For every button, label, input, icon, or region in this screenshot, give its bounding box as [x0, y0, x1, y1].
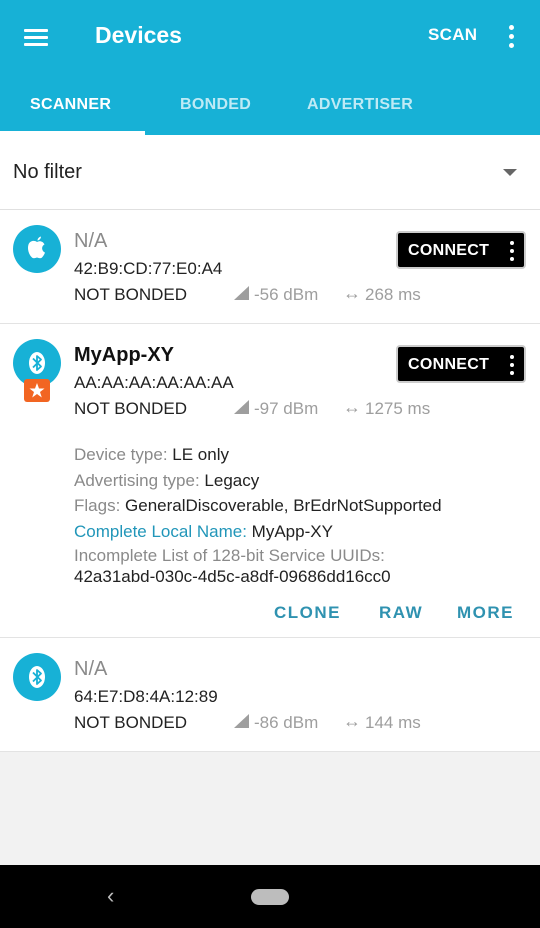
device-name: MyApp-XY [74, 344, 174, 366]
device-name: N/A [74, 230, 108, 252]
interval-arrows-icon: ↔ [343, 711, 361, 731]
advertising-type-label: Advertising type: [74, 470, 200, 490]
bond-state: NOT BONDED [74, 399, 188, 418]
filter-value: No filter [13, 161, 82, 183]
app-bar: Devices SCAN SCANNER BONDED ADVERTISER [0, 0, 540, 135]
device-type-label: Device type: [74, 445, 168, 464]
page-title: Devices [95, 22, 182, 48]
scan-button[interactable]: SCAN [428, 25, 477, 45]
connect-menu-icon[interactable] [506, 354, 518, 376]
bond-state: NOT BONDED [74, 285, 188, 304]
dropdown-arrow-icon [503, 169, 517, 176]
interval-value: 144 ms [365, 713, 421, 732]
bond-state: NOT BONDED [74, 713, 188, 732]
device-card[interactable]: MyApp-XY AA:AA:AA:AA:AA:AA NOT BONDED -9… [0, 324, 540, 638]
device-address: AA:AA:AA:AA:AA:AA [74, 373, 234, 392]
clone-button[interactable]: CLONE [274, 603, 341, 623]
signal-icon [234, 714, 249, 728]
bluetooth-icon [13, 653, 61, 701]
home-pill-icon[interactable] [251, 889, 289, 905]
connect-menu-icon[interactable] [506, 240, 518, 262]
menu-icon[interactable] [22, 26, 50, 48]
more-button[interactable]: MORE [457, 603, 514, 623]
interval-arrows-icon: ↔ [343, 397, 361, 417]
interval-value: 1275 ms [365, 399, 431, 418]
device-address: 42:B9:CD:77:E0:A4 [74, 259, 223, 278]
interval-value: 268 ms [365, 285, 421, 304]
tab-scanner[interactable]: SCANNER [30, 96, 111, 114]
flags-value: GeneralDiscoverable, BrEdrNotSupported [125, 496, 442, 515]
advertising-details: Device type: LE only Advertising type: L… [74, 442, 442, 588]
local-name-value: MyApp-XY [251, 521, 333, 541]
device-card[interactable]: N/A 64:E7:D8:4A:12:89 NOT BONDED -86 dBm… [0, 638, 540, 752]
flags-label: Flags: [74, 496, 121, 515]
raw-button[interactable]: RAW [379, 603, 423, 623]
device-address: 64:E7:D8:4A:12:89 [74, 687, 218, 706]
favorite-star-icon [24, 379, 50, 402]
device-type-value: LE only [172, 445, 229, 464]
device-card[interactable]: N/A 42:B9:CD:77:E0:A4 NOT BONDED -56 dBm… [0, 210, 540, 324]
filter-dropdown[interactable]: No filter [0, 135, 540, 210]
local-name-label[interactable]: Complete Local Name: [74, 522, 247, 541]
connect-button[interactable]: CONNECT [396, 345, 526, 383]
uuids-value: 42a31abd-030c-4d5c-a8df-09686dd16cc0 [74, 567, 391, 586]
device-name: N/A [74, 658, 108, 680]
rssi-value: -97 dBm [254, 399, 319, 418]
connect-button[interactable]: CONNECT [396, 231, 526, 269]
apple-icon [13, 225, 61, 273]
back-icon[interactable]: ‹ [107, 883, 114, 909]
signal-icon [234, 286, 249, 300]
signal-icon [234, 400, 249, 414]
system-nav-bar: ‹ [0, 865, 540, 928]
connect-label: CONNECT [408, 242, 490, 259]
tab-bar: SCANNER BONDED ADVERTISER [0, 80, 540, 135]
connect-label: CONNECT [408, 356, 490, 373]
tab-advertiser[interactable]: ADVERTISER [307, 96, 413, 114]
advertising-type-value: Legacy [204, 470, 260, 490]
tab-bonded[interactable]: BONDED [180, 96, 251, 114]
interval-arrows-icon: ↔ [343, 283, 361, 303]
rssi-value: -86 dBm [254, 713, 319, 732]
rssi-value: -56 dBm [254, 285, 319, 304]
uuids-label: Incomplete List of 128-bit Service UUIDs… [74, 546, 385, 565]
overflow-menu-icon[interactable] [500, 22, 522, 52]
